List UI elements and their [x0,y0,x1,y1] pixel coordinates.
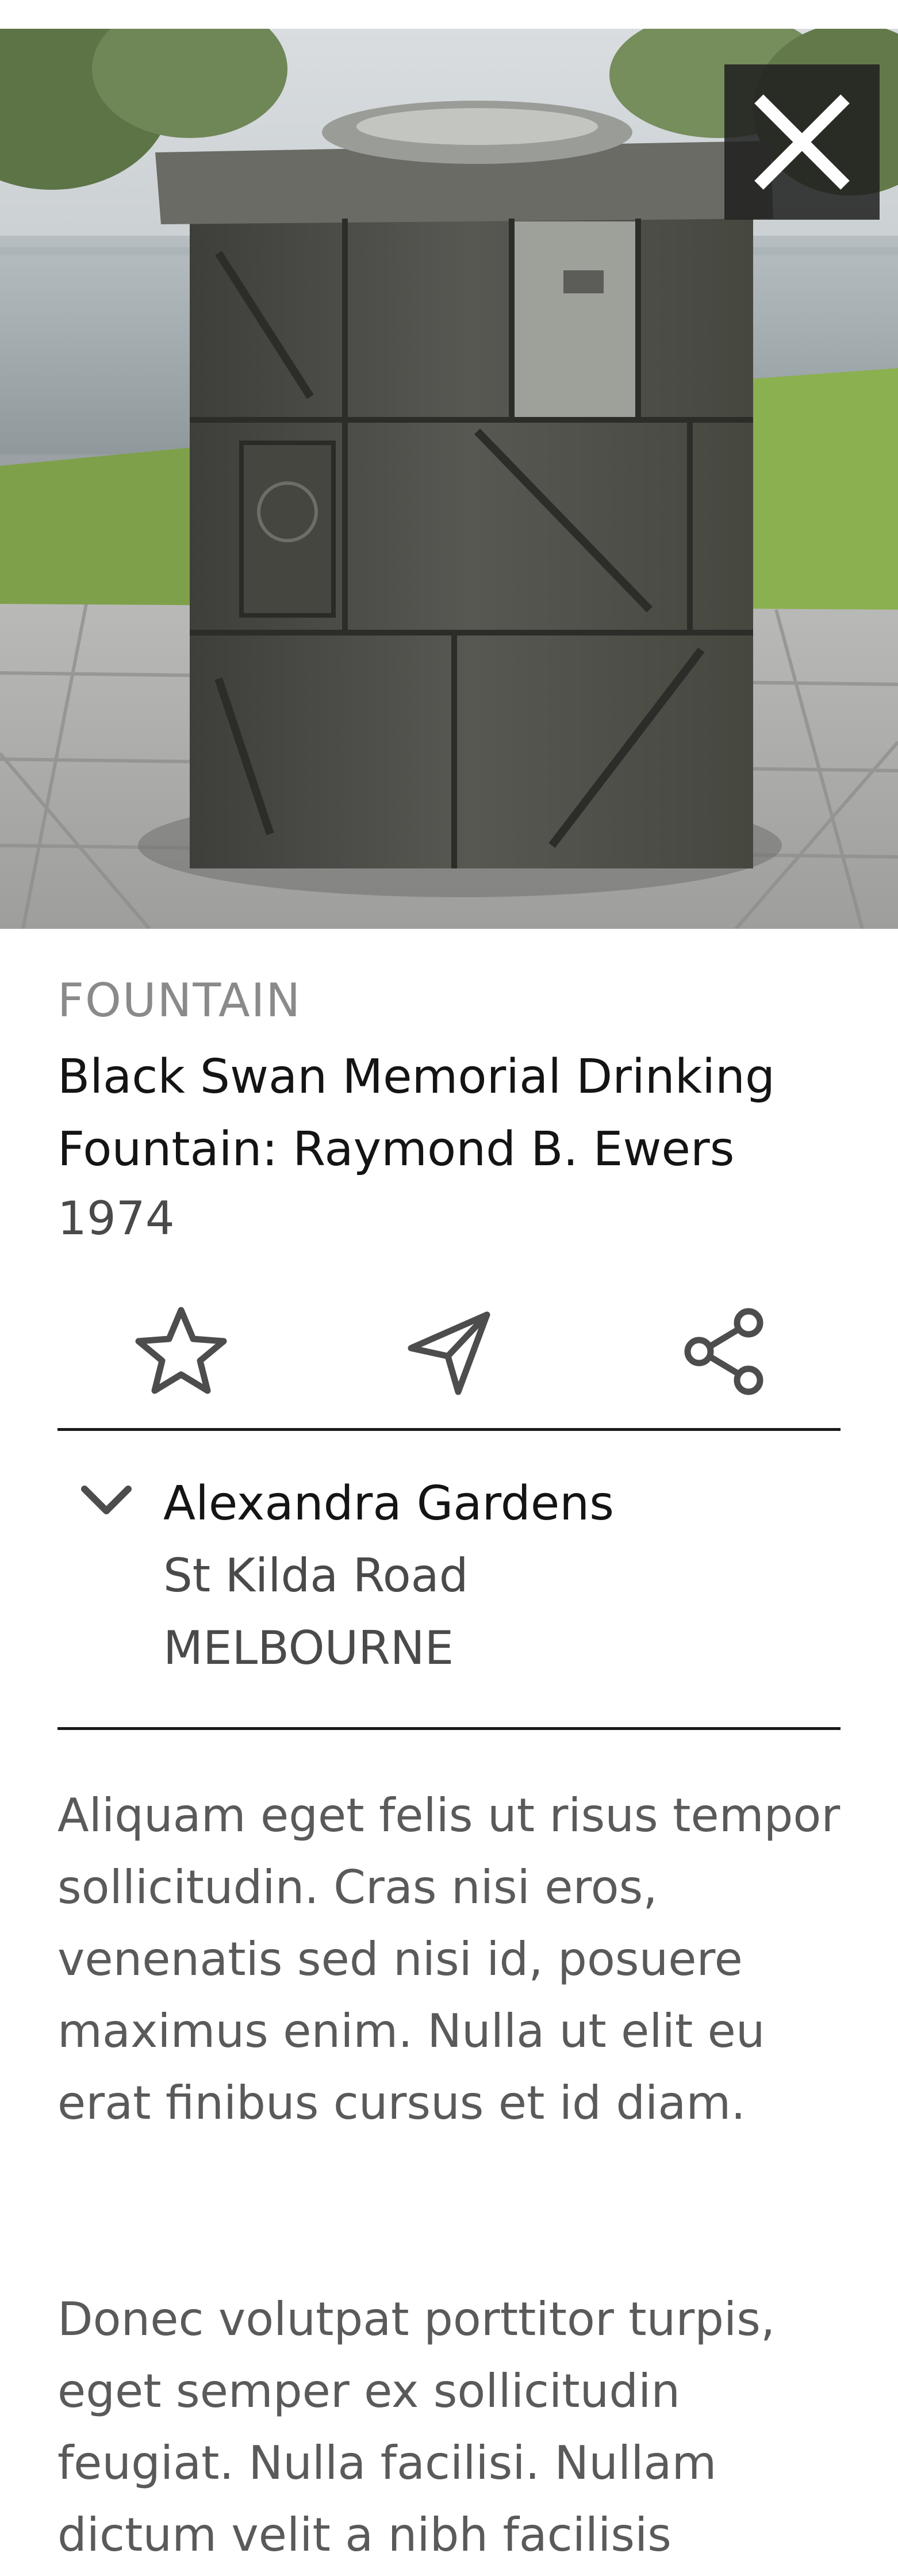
location-street: St Kilda Road [163,1549,469,1602]
artwork-title: Black Swan Memorial Drinking Fountain: R… [57,1050,776,1177]
navigation-arrow-icon [408,1311,490,1395]
share-button[interactable] [673,1300,776,1403]
artwork-year: 1974 [57,1192,175,1245]
location-name: Alexandra Gardens [163,1476,614,1531]
close-button[interactable] [724,64,880,220]
location-toggle[interactable] [78,1481,135,1521]
category-label: FOUNTAIN [57,974,302,1027]
divider [57,1727,841,1730]
description-paragraph: Aliquam eget felis ut risus tempor solli… [57,1789,841,2130]
location-city: MELBOURNE [163,1621,454,1675]
chevron-down-icon [81,1486,132,1514]
share-icon [684,1308,763,1395]
close-x-icon [754,94,850,190]
divider [57,1428,841,1431]
directions-button[interactable] [400,1300,503,1403]
description-paragraph: Donec volutpat porttitor turpis, eget se… [57,2292,776,2562]
favourite-button[interactable] [129,1300,233,1403]
star-outline-icon [135,1307,227,1394]
